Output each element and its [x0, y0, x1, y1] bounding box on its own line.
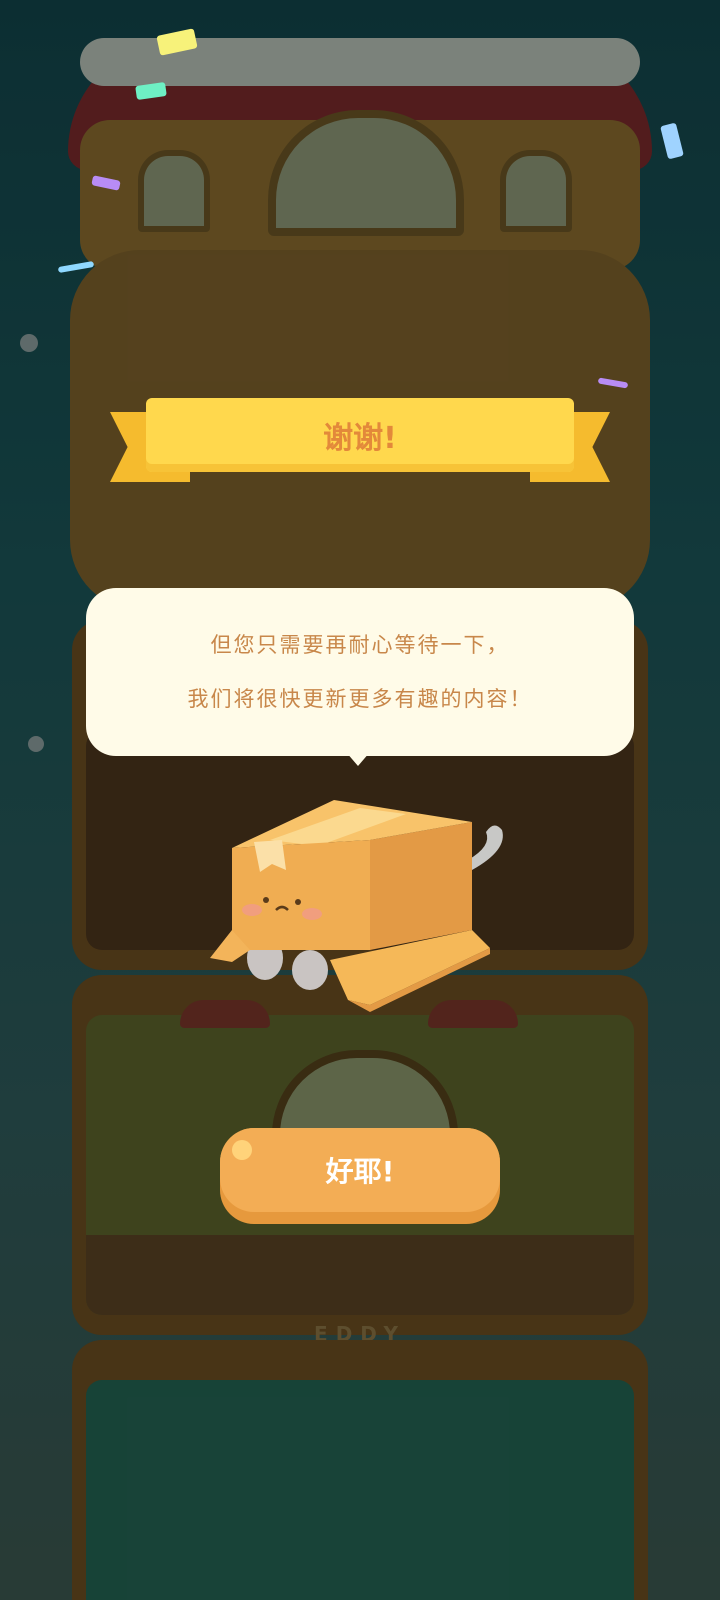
snow-dot	[20, 334, 38, 352]
box-cat-icon	[210, 800, 503, 1012]
confirm-button[interactable]: 好耶!	[220, 1128, 500, 1224]
message-line-1: 但您只需要再耐心等待一下，	[210, 633, 510, 657]
button-shine	[232, 1140, 252, 1160]
message-line-2: 我们将很快更新更多有趣的内容！	[187, 687, 533, 711]
confirm-button-face: 好耶!	[220, 1128, 500, 1212]
title-ribbon: 谢谢!	[146, 398, 574, 472]
box-cat-mascot	[210, 800, 510, 1030]
dialog-title: 谢谢!	[323, 421, 397, 456]
speech-bubble: 但您只需要再耐心等待一下， 我们将很快更新更多有趣的内容！	[86, 588, 634, 756]
speech-bubble-tail	[346, 752, 370, 766]
snow-dot	[28, 736, 44, 752]
confirm-button-label: 好耶!	[325, 1155, 395, 1188]
